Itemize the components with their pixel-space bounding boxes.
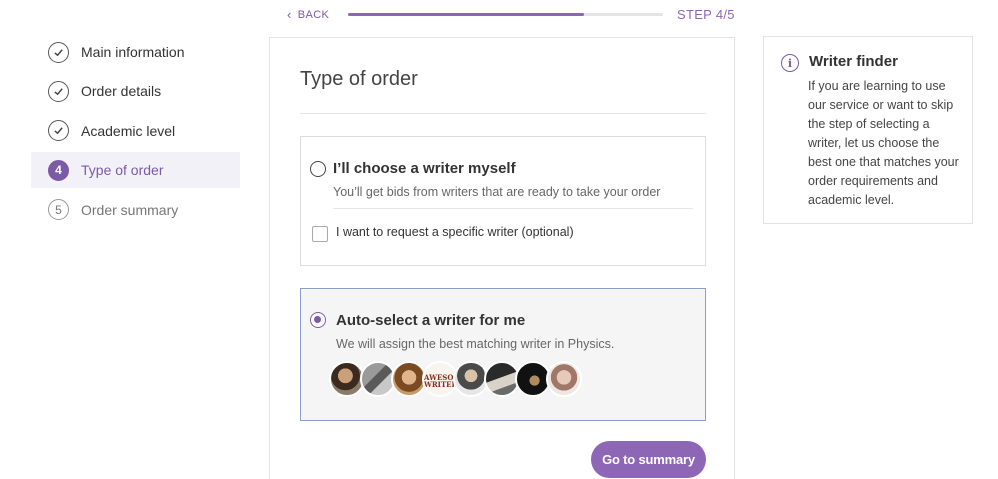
avatar bbox=[546, 361, 582, 397]
chevron-left-icon: ‹ bbox=[287, 7, 292, 22]
choose-writer-radio[interactable] bbox=[310, 161, 326, 177]
option-title: Auto-select a writer for me bbox=[336, 312, 526, 329]
progress-fill bbox=[348, 13, 585, 16]
auto-select-radio[interactable] bbox=[310, 312, 326, 328]
divider bbox=[333, 208, 693, 209]
step-label: Order details bbox=[81, 83, 162, 100]
step-label: Academic level bbox=[81, 122, 176, 139]
step-number-badge: 4 bbox=[48, 159, 69, 181]
page-title: Type of order bbox=[300, 68, 418, 90]
option-choose-writer[interactable]: I’ll choose a writer myself You’ll get b… bbox=[300, 136, 706, 266]
option-subtitle: We will assign the best matching writer … bbox=[336, 337, 615, 351]
step-label: Order summary bbox=[81, 201, 179, 218]
checkmark-icon bbox=[48, 41, 69, 63]
step-order-details[interactable]: Order details bbox=[31, 73, 240, 109]
checkmark-icon bbox=[48, 120, 69, 142]
writer-finder-info: i Writer finder If you are learning to u… bbox=[763, 36, 973, 224]
info-text: If you are learning to use our service o… bbox=[808, 79, 959, 207]
option-title: I’ll choose a writer myself bbox=[333, 160, 516, 177]
option-auto-select[interactable]: Auto-select a writer for me We will assi… bbox=[300, 288, 706, 421]
step-label: Main information bbox=[81, 44, 185, 60]
step-label: Type of order bbox=[81, 162, 164, 179]
step-indicator: STEP 4/5 bbox=[677, 7, 735, 22]
avatar-logo-text: AWESOME WRITER bbox=[424, 373, 458, 389]
info-title: Writer finder bbox=[809, 53, 898, 70]
step-main-information[interactable]: Main information bbox=[31, 34, 240, 70]
specific-writer-label: I want to request a specific writer (opt… bbox=[336, 225, 574, 239]
back-link[interactable]: ‹ BACK bbox=[287, 8, 329, 21]
step-number-badge: 5 bbox=[48, 199, 69, 221]
option-subtitle: You’ll get bids from writers that are re… bbox=[333, 185, 661, 199]
step-list: Main information Order details Academic … bbox=[31, 34, 240, 231]
specific-writer-checkbox[interactable] bbox=[312, 226, 328, 242]
order-type-card: Type of order I’ll choose a writer mysel… bbox=[269, 37, 735, 479]
writer-avatars: AWESOME WRITER bbox=[329, 361, 582, 397]
checkmark-icon bbox=[48, 80, 69, 102]
go-to-summary-button[interactable]: Go to summary bbox=[591, 441, 706, 478]
step-order-summary[interactable]: 5 Order summary bbox=[31, 192, 240, 228]
divider bbox=[300, 113, 706, 114]
step-academic-level[interactable]: Academic level bbox=[31, 113, 240, 149]
progress-bar bbox=[348, 13, 663, 16]
back-label: BACK bbox=[297, 8, 330, 21]
info-icon: i bbox=[781, 54, 799, 72]
step-type-of-order[interactable]: 4 Type of order bbox=[31, 152, 240, 189]
